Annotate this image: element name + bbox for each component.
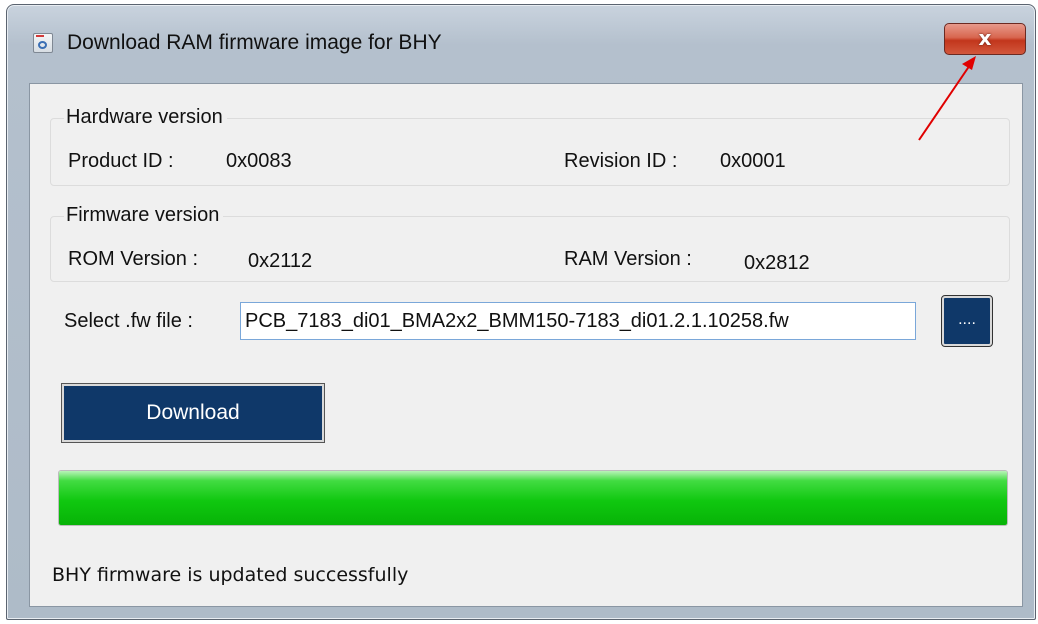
hardware-version-legend: Hardware version [64,106,227,129]
status-message: BHY firmware is updated successfully [52,564,409,586]
firmware-version-legend: Firmware version [64,204,224,227]
product-id-value: 0x0083 [226,150,292,172]
title-bar[interactable]: Download RAM firmware image for BHY x [7,5,1035,85]
browse-file-button[interactable]: .... [941,295,993,347]
close-button[interactable]: x [944,23,1026,55]
download-button[interactable]: Download [61,383,325,443]
ram-version-value: 0x2812 [744,252,810,274]
progress-fill [59,471,1007,525]
window-title: Download RAM firmware image for BHY [67,31,442,54]
download-progress-bar [58,470,1008,526]
dialog-content: Hardware version Product ID : 0x0083 Rev… [29,83,1023,607]
app-icon [33,33,53,53]
product-id-label: Product ID : [68,150,174,172]
revision-id-label: Revision ID : [564,150,678,172]
fw-file-path-input[interactable]: PCB_7183_di01_BMA2x2_BMM150-7183_di01.2.… [240,302,916,340]
rom-version-label: ROM Version : [68,248,199,270]
select-fw-file-label: Select .fw file : [64,310,193,332]
revision-id-value: 0x0001 [720,150,786,172]
rom-version-value: 0x2112 [248,250,313,272]
dialog-window: Download RAM firmware image for BHY x Ha… [6,4,1036,620]
ram-version-label: RAM Version : [564,248,692,270]
